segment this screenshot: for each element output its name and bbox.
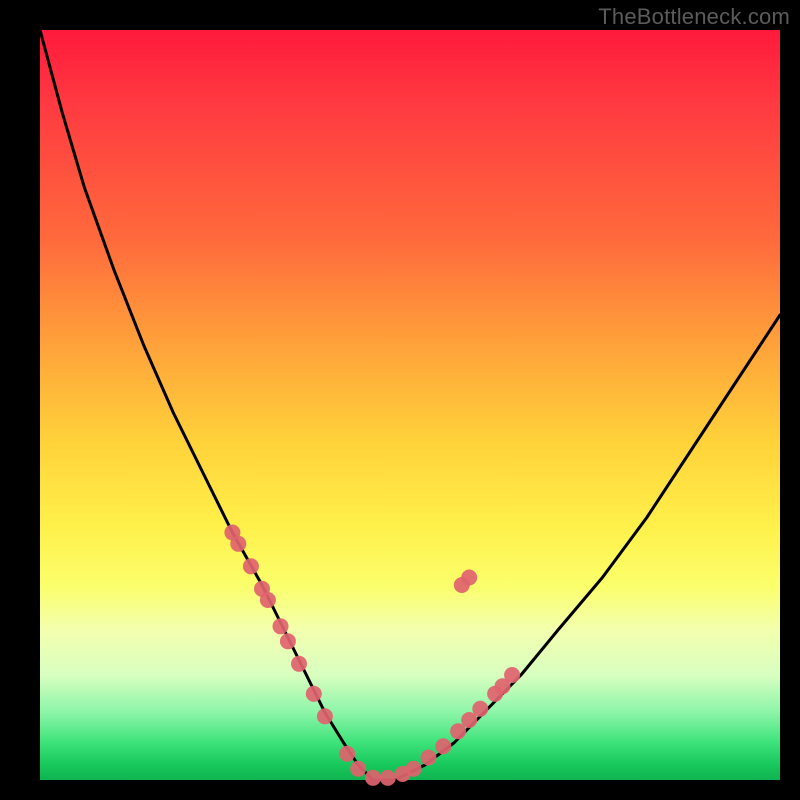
watermark-text: TheBottleneck.com <box>598 4 790 30</box>
curve-layer <box>40 30 780 780</box>
chart-frame: TheBottleneck.com <box>0 0 800 800</box>
sample-markers <box>224 525 520 786</box>
bottleneck-curve <box>40 30 780 780</box>
plot-area <box>40 30 780 780</box>
